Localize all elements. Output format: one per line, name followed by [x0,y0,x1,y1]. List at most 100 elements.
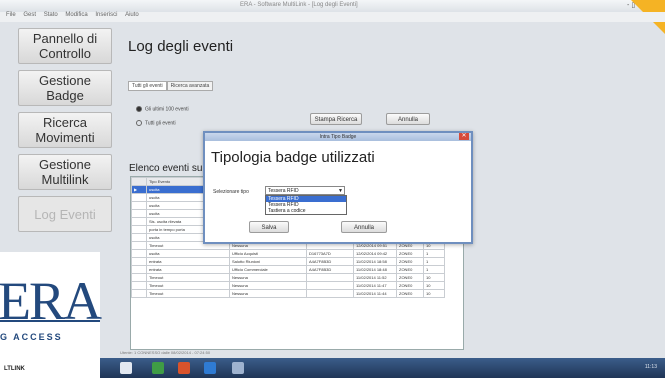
app-icon[interactable] [178,362,190,374]
badge-type-options[interactable]: Tessera RFID Tessera RFID Tastiera a cod… [265,195,347,215]
nav-log-eventi: Log Eventi [18,196,112,232]
dialog-cancel-button[interactable]: Annulla [341,221,387,233]
logo-tagline: G ACCESS [0,332,63,342]
table-cell: ZONE0 [396,273,424,282]
table-cell [131,273,147,282]
table-cell [131,281,147,290]
table-cell: 10 [423,281,445,290]
table-cell: ▶ [131,185,147,194]
menu-item[interactable]: Inserisci [95,12,117,18]
table-cell: ZONE0 [396,257,424,266]
table-cell: entrata [146,257,230,266]
radio-last-100[interactable]: Gli ultimi 100 eventi [136,106,189,112]
menu-item[interactable]: Gest [23,12,36,18]
tab-advanced-search[interactable]: Ricerca avanzata [166,81,214,91]
table-cell: 11/02/2014 11:52 [353,273,397,282]
option-item[interactable]: Tastiera a codice [266,208,346,214]
radio-all-events[interactable]: Tutti gli eventi [136,120,176,126]
table-cell [131,289,147,298]
radio-dot [136,120,142,126]
status-bar: Utente: 1 CONNESSO dalle 08/02/2014 - 07… [120,350,211,355]
nav-gestione-badge[interactable]: Gestione Badge [18,70,112,106]
table-cell: ZONE0 [396,265,424,274]
table-cell: 1 [423,249,445,258]
era-logo: ERA G ACCESS LTLINK [0,252,102,378]
close-icon[interactable]: ✕ [459,133,469,140]
table-row[interactable]: entrata Ufficio Commerciale A4A7F8B3D 11/02… [131,265,445,274]
window-title: ERA - Software MultiLink - [Log degli Ev… [240,2,358,8]
table-cell [131,257,147,266]
table-cell: 11/02/2014 11:47 [353,281,397,290]
table-cell [131,225,147,234]
app-icon[interactable] [152,362,164,374]
table-cell: 1 [423,257,445,266]
table-row[interactable]: uscita Ufficio Acquisti D16773A7D 12/02/201… [131,249,445,258]
table-cell: ZONE0 [396,249,424,258]
radio-dot [136,106,142,112]
badge-type-select[interactable]: Tessera RFID ▼ [265,186,345,195]
menu-item[interactable]: Aiuto [125,12,139,18]
table-cell: Nessuna [229,289,307,298]
title-bar: ERA - Software MultiLink - [Log degli Ev… [0,0,665,12]
cancel-button[interactable]: Annulla [386,113,430,125]
table-cell [131,249,147,258]
tab-all-events[interactable]: Tutti gli eventi [128,81,167,91]
table-cell: 11/02/2014 18:58 [353,257,397,266]
app-icon[interactable] [232,362,244,374]
table-cell: A4A7F8B3D [306,265,354,274]
dialog-heading: Tipologia badge utilizzati [211,149,375,166]
table-cell: 11/02/2014 18:48 [353,265,397,274]
table-cell: A4A7F8B3D [306,257,354,266]
badge-type-dialog: Intra Tipo Badge ✕ Tipologia badge utili… [203,131,473,244]
table-row[interactable]: Timeout Nessuna 11/02/2014 11:44 ZONE0 10 [131,289,445,298]
logo-product: LTLINK [4,366,25,372]
table-cell: Salotto Riunioni [229,257,307,266]
page-title: Log degli eventi [128,38,234,55]
taskbar-clock: 11:13 [644,364,657,370]
print-search-button[interactable]: Stampa Ricerca [310,113,362,125]
taskbar: 11:13 [100,358,665,378]
tab-strip: Tutti gli eventi Ricerca avanzata [128,81,214,91]
table-cell: ZONE0 [396,289,424,298]
select-label: Selezionare tipo [213,189,249,195]
menu-item[interactable]: Stato [44,12,58,18]
table-cell: Timeout [146,289,230,298]
table-cell: 12/02/2014 09:42 [353,249,397,258]
table-cell [131,201,147,210]
table-cell [131,193,147,202]
table-cell: ZONE0 [396,281,424,290]
table-cell [131,233,147,242]
dialog-title: Intra Tipo Badge [205,133,471,141]
logo-brand: ERA [0,271,102,331]
nav-gestione-multilink[interactable]: Gestione Multilink [18,154,112,190]
table-cell: Ufficio Commerciale [229,265,307,274]
menu-item[interactable]: Modifica [65,12,87,18]
chevron-down-icon[interactable]: ▼ [338,187,343,195]
logo-line [0,320,100,322]
table-cell [131,265,147,274]
table-cell: entrata [146,265,230,274]
nav-pannello-controllo[interactable]: Pannello di Controllo [18,28,112,64]
table-cell [131,241,147,250]
table-cell [131,217,147,226]
table-cell: Nessuna [229,273,307,282]
table-cell: 10 [423,289,445,298]
table-cell: 10 [423,273,445,282]
table-row[interactable]: Timeout Nessuna 11/02/2014 11:47 ZONE0 10 [131,281,445,290]
column-header [131,177,147,186]
table-cell [306,281,354,290]
radio-label: Tutti gli eventi [145,120,176,127]
start-icon[interactable] [120,362,132,374]
menu-bar: File Gest Stato Modifica Inserisci Aiuto [0,12,665,22]
table-cell: D16773A7D [306,249,354,258]
table-row[interactable]: entrata Salotto Riunioni A4A7F8B3D 11/02/20… [131,257,445,266]
menu-item[interactable]: File [6,12,16,18]
radio-label: Gli ultimi 100 eventi [145,106,189,113]
table-cell: Timeout [146,273,230,282]
app-icon[interactable] [204,362,216,374]
nav-ricerca-movimenti[interactable]: Ricerca Movimenti [18,112,112,148]
table-cell: Nessuna [229,281,307,290]
save-button[interactable]: Salva [249,221,289,233]
table-cell: Ufficio Acquisti [229,249,307,258]
table-row[interactable]: Timeout Nessuna 11/02/2014 11:52 ZONE0 10 [131,273,445,282]
